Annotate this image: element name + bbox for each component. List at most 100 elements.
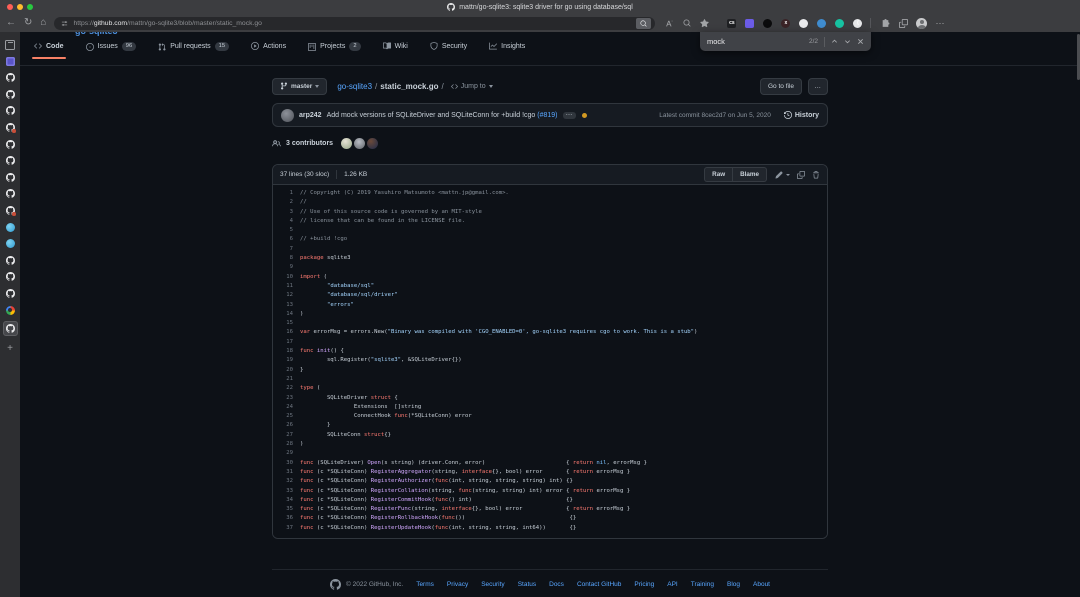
maximize-window-button[interactable] bbox=[27, 4, 33, 10]
text-size-icon[interactable] bbox=[665, 19, 674, 28]
raw-button[interactable]: Raw bbox=[704, 167, 733, 182]
line-number[interactable]: 23 bbox=[273, 394, 300, 403]
line-number[interactable]: 19 bbox=[273, 356, 300, 365]
commit-author-avatar[interactable] bbox=[281, 109, 294, 122]
line-number[interactable]: 13 bbox=[273, 301, 300, 310]
collections-icon[interactable] bbox=[899, 19, 908, 28]
line-number[interactable]: 1 bbox=[273, 189, 300, 198]
line-number[interactable]: 10 bbox=[273, 273, 300, 282]
vertical-tab-site[interactable] bbox=[5, 222, 16, 233]
browser-profile-avatar[interactable] bbox=[916, 18, 927, 29]
find-bar[interactable]: mock 2/2 bbox=[700, 32, 871, 51]
vertical-tab-github[interactable] bbox=[5, 205, 16, 216]
vertical-tab-github[interactable] bbox=[5, 89, 16, 100]
tab-code[interactable]: Code bbox=[32, 39, 66, 59]
extension-icon[interactable]: ( bbox=[853, 19, 862, 28]
line-number[interactable]: 14 bbox=[273, 310, 300, 319]
extension-icon[interactable]: cs bbox=[727, 19, 736, 28]
vertical-tab-overview[interactable] bbox=[5, 39, 16, 50]
vertical-tab-app[interactable] bbox=[5, 56, 16, 67]
vertical-tab-github[interactable] bbox=[5, 139, 16, 150]
find-close-icon[interactable] bbox=[857, 38, 864, 45]
extension-icon[interactable] bbox=[835, 19, 844, 28]
footer-link-docs[interactable]: Docs bbox=[549, 581, 564, 588]
vertical-tab-github[interactable] bbox=[5, 288, 16, 299]
line-number[interactable]: 15 bbox=[273, 319, 300, 328]
find-query[interactable]: mock bbox=[707, 37, 803, 46]
latest-commit-info[interactable]: Latest commit 8cec2d7 on Jun 5, 2020 bbox=[659, 112, 771, 119]
code-view[interactable]: 1// Copyright (C) 2019 Yasuhiro Matsumot… bbox=[273, 185, 827, 538]
vertical-tab-github[interactable] bbox=[5, 271, 16, 282]
extension-icon[interactable] bbox=[745, 19, 754, 28]
edit-pencil-icon[interactable] bbox=[775, 171, 783, 179]
vertical-tab-github[interactable] bbox=[5, 172, 16, 183]
browser-menu-button[interactable]: ⋯ bbox=[935, 18, 945, 29]
go-to-file-button[interactable]: Go to file bbox=[760, 78, 802, 95]
line-number[interactable]: 5 bbox=[273, 226, 300, 235]
reload-button[interactable]: ↻ bbox=[24, 18, 32, 28]
back-button[interactable]: ← bbox=[6, 18, 16, 28]
footer-link-about[interactable]: About bbox=[753, 581, 770, 588]
vertical-tab-github[interactable] bbox=[5, 72, 16, 83]
commit-status-pending-icon[interactable] bbox=[582, 113, 587, 118]
line-number[interactable]: 21 bbox=[273, 375, 300, 384]
footer-link-blog[interactable]: Blog bbox=[727, 581, 740, 588]
address-bar[interactable]: https://github.com/mattn/go-sqlite3/blob… bbox=[54, 17, 655, 30]
tab-pull-requests[interactable]: Pull requests15 bbox=[156, 39, 231, 60]
more-options-button[interactable]: … bbox=[808, 78, 828, 95]
line-number[interactable]: 16 bbox=[273, 328, 300, 337]
line-number[interactable]: 36 bbox=[273, 514, 300, 523]
line-number[interactable]: 9 bbox=[273, 263, 300, 272]
close-window-button[interactable] bbox=[7, 4, 13, 10]
vertical-tab-site[interactable] bbox=[5, 238, 16, 249]
contributor-avatar[interactable] bbox=[341, 138, 352, 149]
vertical-tab-site[interactable] bbox=[5, 305, 16, 316]
line-number[interactable]: 2 bbox=[273, 198, 300, 207]
line-number[interactable]: 26 bbox=[273, 421, 300, 430]
bookmark-icon[interactable] bbox=[700, 19, 709, 28]
line-number[interactable]: 8 bbox=[273, 254, 300, 263]
contributor-avatar[interactable] bbox=[367, 138, 378, 149]
line-number[interactable]: 34 bbox=[273, 496, 300, 505]
commit-message-expand-button[interactable]: … bbox=[563, 112, 576, 119]
find-next-icon[interactable] bbox=[844, 38, 851, 45]
edit-dropdown-icon[interactable] bbox=[786, 174, 790, 176]
history-button[interactable]: History bbox=[784, 111, 819, 119]
line-number[interactable]: 30 bbox=[273, 459, 300, 468]
line-number[interactable]: 29 bbox=[273, 449, 300, 458]
line-number[interactable]: 33 bbox=[273, 487, 300, 496]
site-settings-icon[interactable] bbox=[61, 20, 68, 27]
footer-link-security[interactable]: Security bbox=[481, 581, 504, 588]
commit-author[interactable]: arp242 bbox=[299, 112, 322, 119]
line-number[interactable]: 35 bbox=[273, 505, 300, 514]
line-number[interactable]: 20 bbox=[273, 366, 300, 375]
copy-icon[interactable] bbox=[797, 171, 805, 179]
line-number[interactable]: 18 bbox=[273, 347, 300, 356]
line-number[interactable]: 22 bbox=[273, 384, 300, 393]
jump-to-button[interactable]: Jump to bbox=[451, 83, 493, 90]
extension-icon[interactable]: x bbox=[781, 19, 790, 28]
tab-security[interactable]: Security bbox=[428, 39, 469, 59]
line-number[interactable]: 32 bbox=[273, 477, 300, 486]
footer-link-terms[interactable]: Terms bbox=[416, 581, 434, 588]
vertical-tab-github[interactable] bbox=[5, 155, 16, 166]
footer-link-privacy[interactable]: Privacy bbox=[447, 581, 468, 588]
line-number[interactable]: 4 bbox=[273, 217, 300, 226]
contributor-avatar[interactable] bbox=[354, 138, 365, 149]
blame-button[interactable]: Blame bbox=[733, 167, 767, 182]
line-number[interactable]: 25 bbox=[273, 412, 300, 421]
extension-icon[interactable] bbox=[799, 19, 808, 28]
commit-message[interactable]: Add mock versions of SQLiteDriver and SQ… bbox=[327, 112, 558, 119]
vertical-tab-github[interactable] bbox=[5, 122, 16, 133]
find-previous-icon[interactable] bbox=[831, 38, 838, 45]
vertical-tab-github[interactable] bbox=[5, 188, 16, 199]
pr-link[interactable]: (#819) bbox=[537, 112, 557, 119]
line-number[interactable]: 28 bbox=[273, 440, 300, 449]
home-button[interactable]: ⌂ bbox=[40, 18, 46, 28]
footer-link-status[interactable]: Status bbox=[518, 581, 536, 588]
contributors-label[interactable]: 3 contributors bbox=[286, 140, 333, 147]
line-number[interactable]: 37 bbox=[273, 524, 300, 533]
line-number[interactable]: 31 bbox=[273, 468, 300, 477]
new-tab-button[interactable]: + bbox=[7, 344, 13, 354]
extension-icon[interactable] bbox=[763, 19, 772, 28]
